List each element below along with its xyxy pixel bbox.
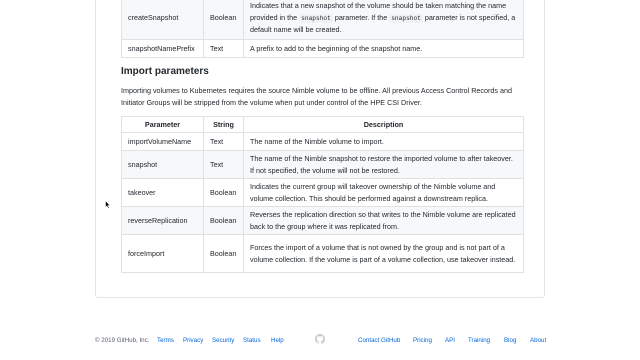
param-name: snapshotNamePrefix <box>121 39 204 58</box>
table-row: createSnapshot Boolean Indicates that a … <box>121 0 524 40</box>
column-header-string: String <box>203 116 244 133</box>
param-type: Text <box>203 150 244 179</box>
param-name: forceImport <box>121 234 204 273</box>
param-description: Indicates the current group will takeove… <box>243 178 524 207</box>
column-header-description: Description <box>243 116 524 133</box>
footer-link-privacy[interactable]: Privacy <box>183 337 203 344</box>
import-parameters-description: Importing volumes to Kubernetes requires… <box>121 86 512 107</box>
param-description: The name of the Nimble snapshot to resto… <box>243 150 524 179</box>
footer-link-pricing[interactable]: Pricing <box>413 337 432 344</box>
table-row: forceImport Boolean Forces the import of… <box>121 234 524 273</box>
footer-link-security[interactable]: Security <box>212 337 234 344</box>
table-row: reverseReplication Boolean Reverses the … <box>121 206 524 235</box>
inline-code: snapshot <box>389 13 423 23</box>
param-name: takeover <box>121 178 204 207</box>
parameters-table-top: createSnapshot Boolean Indicates that a … <box>121 0 524 58</box>
param-description: Forces the import of a volume that is no… <box>243 234 524 273</box>
column-header-parameter: Parameter <box>121 116 204 133</box>
desc-text: parameter. If the <box>332 12 390 22</box>
footer-link-training[interactable]: Training <box>468 337 490 344</box>
github-octocat-icon[interactable] <box>315 334 325 344</box>
param-description: The name of the Nimble volume to import. <box>243 132 524 151</box>
import-parameters-table: Parameter String Description importVolum… <box>121 116 524 273</box>
param-type: Boolean <box>203 178 244 207</box>
param-name: createSnapshot <box>121 0 204 40</box>
footer-copyright: © 2019 GitHub, Inc. <box>95 337 150 344</box>
inline-code: snapshot <box>299 13 333 23</box>
site-footer: © 2019 GitHub, Inc. Terms Privacy Securi… <box>95 333 546 347</box>
footer-link-help[interactable]: Help <box>271 337 284 344</box>
table-row: importVolumeName Text The name of the Ni… <box>121 132 524 151</box>
param-name: reverseReplication <box>121 206 204 235</box>
footer-link-about[interactable]: About <box>530 337 546 344</box>
param-description: Indicates that a new snapshot of the vol… <box>243 0 524 40</box>
param-type: Boolean <box>203 0 244 40</box>
table-row: snapshot Text The name of the Nimble sna… <box>121 150 524 179</box>
param-type: Text <box>203 39 244 58</box>
import-parameters-heading: Import parameters <box>121 66 209 77</box>
param-type: Text <box>203 132 244 151</box>
param-description: Reverses the replication direction so th… <box>243 206 524 235</box>
param-name: importVolumeName <box>121 132 204 151</box>
footer-link-blog[interactable]: Blog <box>504 337 516 344</box>
mouse-pointer-icon <box>105 200 111 209</box>
footer-link-contact-github[interactable]: Contact GitHub <box>358 337 400 344</box>
param-type: Boolean <box>203 206 244 235</box>
table-header-row: Parameter String Description <box>121 116 524 133</box>
table-row: snapshotNamePrefix Text A prefix to add … <box>121 39 524 58</box>
footer-link-api[interactable]: API <box>445 337 455 344</box>
footer-link-terms[interactable]: Terms <box>157 337 174 344</box>
param-name: snapshot <box>121 150 204 179</box>
table-row: takeover Boolean Indicates the current g… <box>121 178 524 207</box>
param-description: A prefix to add to the beginning of the … <box>243 39 524 58</box>
param-type: Boolean <box>203 234 244 273</box>
footer-link-status[interactable]: Status <box>243 337 261 344</box>
